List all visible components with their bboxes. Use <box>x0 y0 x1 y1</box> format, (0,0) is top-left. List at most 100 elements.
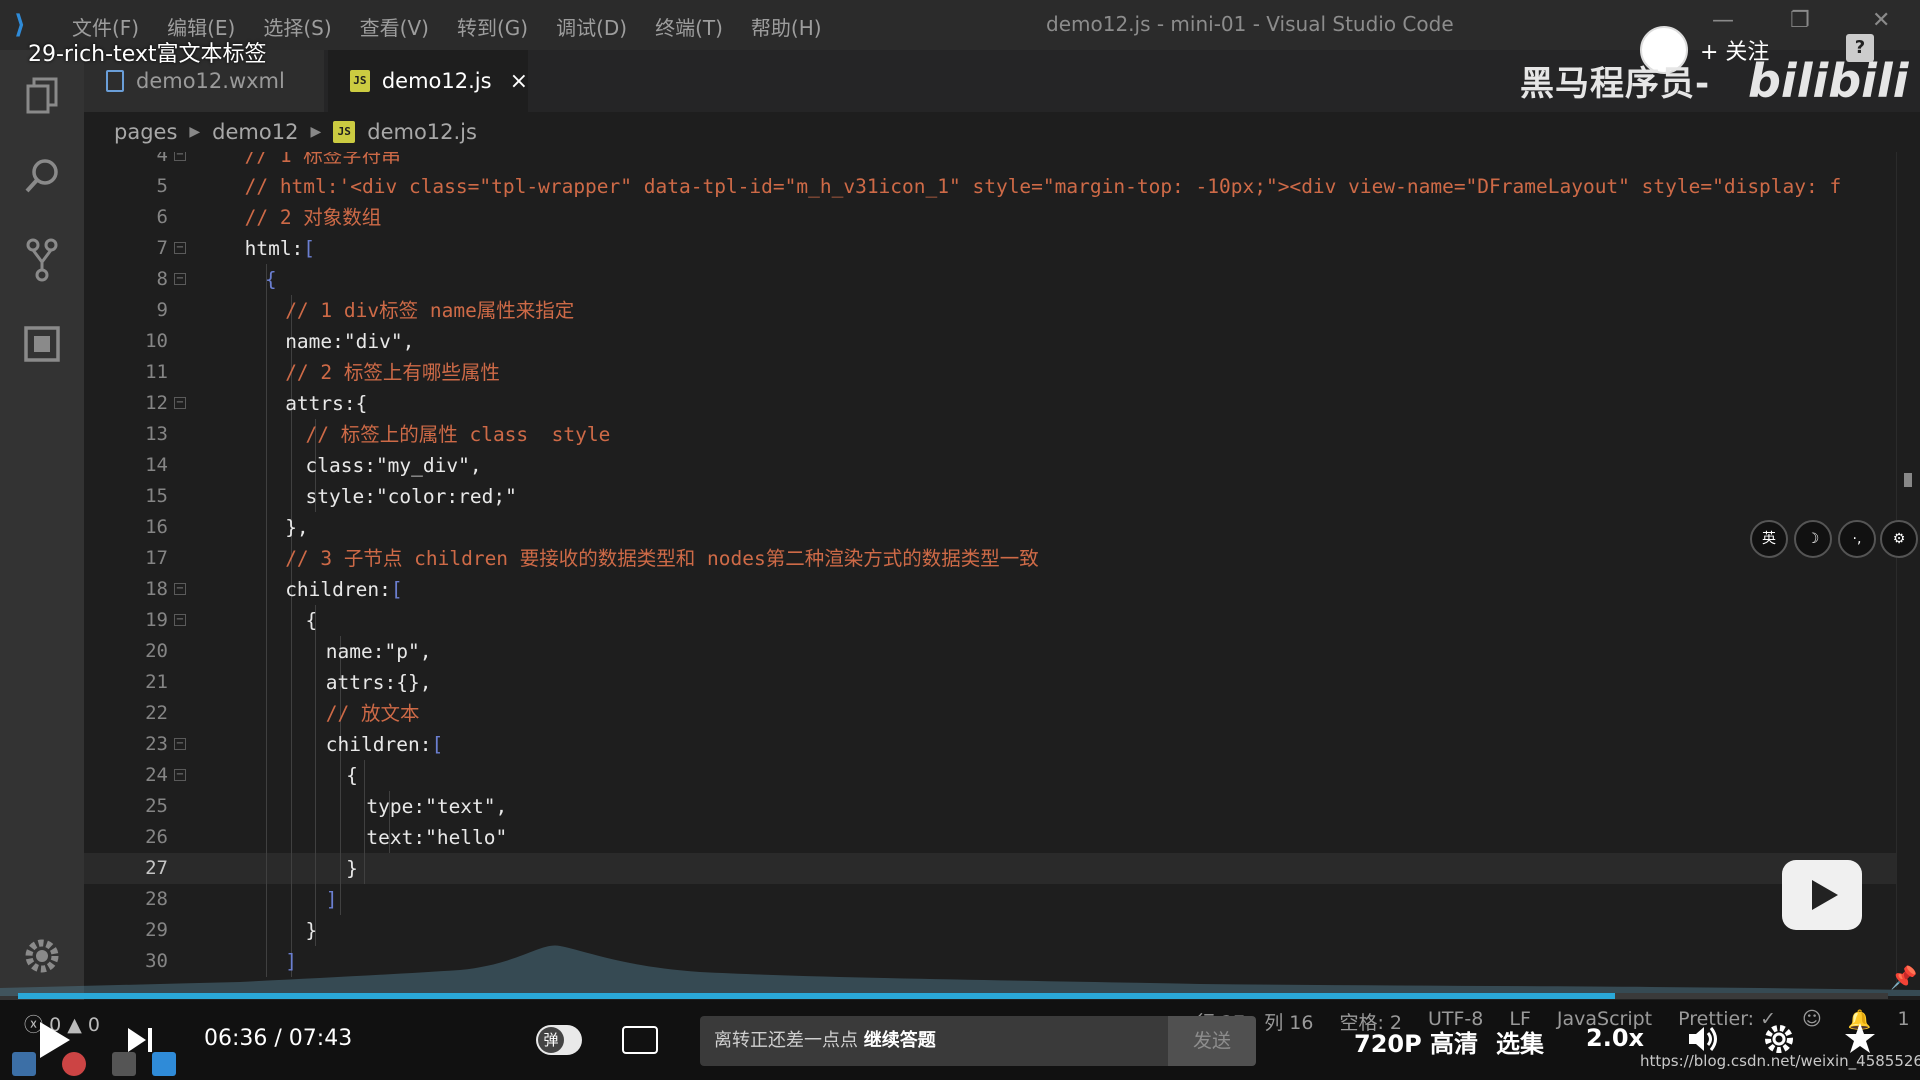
activity-bar <box>0 50 84 1010</box>
line-number: 27 <box>145 857 168 879</box>
code-line[interactable]: 14 class:"my_div", <box>84 450 1896 481</box>
minimize-icon[interactable]: — <box>1712 8 1734 33</box>
indent-guide <box>266 512 267 543</box>
danmaku-toggle[interactable]: 弹 <box>536 1025 582 1055</box>
code-line[interactable]: 24− { <box>84 760 1896 791</box>
code-line[interactable]: 16}, <box>84 512 1896 543</box>
tab-demo12-js[interactable]: JS demo12.js × <box>328 50 528 112</box>
menu-selection[interactable]: 选择(S) <box>263 12 331 41</box>
fold-icon[interactable]: − <box>174 152 186 161</box>
windows-start-icon[interactable] <box>12 1052 36 1076</box>
code-line[interactable]: 8− { <box>84 264 1896 295</box>
menu-go[interactable]: 转到(G) <box>457 12 528 41</box>
close-window-icon[interactable]: ✕ <box>1872 8 1890 33</box>
code-line[interactable]: 28] <box>84 884 1896 915</box>
code-line[interactable]: 21 attrs:{}, <box>84 667 1896 698</box>
indent-guide <box>315 853 317 884</box>
code-line[interactable]: 27} <box>84 853 1896 884</box>
fold-icon[interactable]: − <box>174 583 186 595</box>
pin-icon[interactable]: 📌 <box>1890 966 1917 991</box>
code-line[interactable]: 6 // 2 对象数组 <box>84 202 1896 233</box>
play-button[interactable] <box>40 1022 70 1058</box>
fold-icon[interactable]: − <box>174 614 186 626</box>
video-title: 29-rich-text富文本标签 <box>28 42 267 67</box>
next-button[interactable] <box>128 1028 154 1052</box>
indent-guide <box>266 419 267 450</box>
danmaku-cta[interactable]: 继续答题 <box>864 1030 936 1051</box>
float-button-settings[interactable]: ⚙ <box>1880 520 1918 558</box>
code-line[interactable]: 4− // 1 标签字符串 <box>84 152 1896 171</box>
code-line[interactable]: 20 name:"p", <box>84 636 1896 667</box>
code-text: // 1 标签字符串 <box>245 152 401 171</box>
breadcrumb-item[interactable]: pages <box>114 120 177 144</box>
js-file-icon: JS <box>350 70 370 92</box>
send-button[interactable]: 发送 <box>1168 1016 1256 1066</box>
line-number: 15 <box>145 485 168 507</box>
code-line[interactable]: 26 text:"hello" <box>84 822 1896 853</box>
source-control-icon[interactable] <box>20 238 64 282</box>
breadcrumb-item[interactable]: demo12 <box>212 120 298 144</box>
maximize-icon[interactable]: ❐ <box>1790 8 1810 33</box>
code-text: // 标签上的属性 class style <box>306 419 611 450</box>
fold-icon[interactable]: − <box>174 242 186 254</box>
menu-debug[interactable]: 调试(D) <box>556 12 627 41</box>
explorer-icon[interactable] <box>20 74 64 118</box>
code-line[interactable]: 13 // 标签上的属性 class style <box>84 419 1896 450</box>
fold-icon[interactable]: − <box>174 397 186 409</box>
code-line[interactable]: 25 type:"text", <box>84 791 1896 822</box>
bilibili-tv-icon[interactable] <box>1782 860 1862 930</box>
close-icon[interactable]: × <box>510 69 528 94</box>
breadcrumb-item[interactable]: demo12.js <box>367 120 477 144</box>
code-line[interactable]: 5 // html:'<div class="tpl-wrapper" data-… <box>84 171 1896 202</box>
smiley-icon[interactable]: ☺ <box>1802 1008 1822 1035</box>
help-icon[interactable]: ? <box>1846 34 1874 62</box>
editor-scrollbar[interactable] <box>1896 152 1920 988</box>
code-line[interactable]: 12− attrs:{ <box>84 388 1896 419</box>
code-comment: // 标签上的属性 class style <box>305 423 611 446</box>
line-number: 6 <box>156 206 168 228</box>
menu-view[interactable]: 查看(V) <box>360 12 429 41</box>
menu-terminal[interactable]: 终端(T) <box>655 12 723 41</box>
code-text: // 1 div标签 name属性来指定 <box>285 295 574 326</box>
settings-icon[interactable] <box>1762 1022 1796 1056</box>
menu-help[interactable]: 帮助(H) <box>751 12 822 41</box>
line-number: 26 <box>145 826 168 848</box>
speed-selector[interactable]: 2.0x <box>1586 1024 1644 1052</box>
indent-guide <box>339 760 341 791</box>
scrollbar-thumb[interactable] <box>1904 473 1912 487</box>
fold-icon[interactable]: − <box>174 769 186 781</box>
code-line[interactable]: 9 // 1 div标签 name属性来指定 <box>84 295 1896 326</box>
code-line[interactable]: 11 // 2 标签上有哪些属性 <box>84 357 1896 388</box>
episodes-button[interactable]: 选集 <box>1496 1024 1544 1059</box>
progress-fill <box>18 993 1615 999</box>
app-icon[interactable] <box>112 1052 136 1076</box>
search-icon[interactable] <box>20 154 64 198</box>
code-line[interactable]: 19− { <box>84 605 1896 636</box>
code-line[interactable]: 10 name:"div", <box>84 326 1896 357</box>
float-button-english[interactable]: 英 <box>1750 520 1788 558</box>
float-button-punct[interactable]: ·, <box>1838 520 1876 558</box>
indent-guide <box>290 853 292 884</box>
danmaku-input[interactable]: 离转正还差一点点 继续答题 <box>700 1016 1168 1066</box>
code-text: // 2 标签上有哪些属性 <box>285 357 500 388</box>
code-line[interactable]: 17 // 3 子节点 children 要接收的数据类型和 nodes第二种渲染… <box>84 543 1896 574</box>
code-line[interactable]: 22 // 放文本 <box>84 698 1896 729</box>
fullscreen-icon[interactable] <box>1842 1020 1878 1056</box>
indent-guide <box>266 543 267 574</box>
code-line[interactable]: 23− children:[ <box>84 729 1896 760</box>
volume-icon[interactable] <box>1686 1022 1720 1056</box>
code-editor[interactable]: 4−// 1 标签字符串 5// html:'<div class="tpl-wr… <box>84 152 1896 988</box>
code-line[interactable]: 15 style:"color:red;" <box>84 481 1896 512</box>
code-line[interactable]: 7− html:[ <box>84 233 1896 264</box>
danmaku-settings-icon[interactable] <box>622 1026 658 1054</box>
code-line[interactable]: 18− children:[ <box>84 574 1896 605</box>
extensions-icon[interactable] <box>20 322 64 366</box>
float-button-moon[interactable]: ☽ <box>1794 520 1832 558</box>
url-watermark: https://blog.csdn.net/weixin_45855261 <box>1640 1052 1920 1070</box>
vscode-taskbar-icon[interactable] <box>152 1052 176 1076</box>
quality-selector[interactable]: 720P 高清 <box>1354 1024 1478 1059</box>
code-bracket: ] <box>325 888 338 911</box>
fold-icon[interactable]: − <box>174 738 186 750</box>
indent-guide <box>266 357 267 388</box>
fold-icon[interactable]: − <box>174 273 186 285</box>
